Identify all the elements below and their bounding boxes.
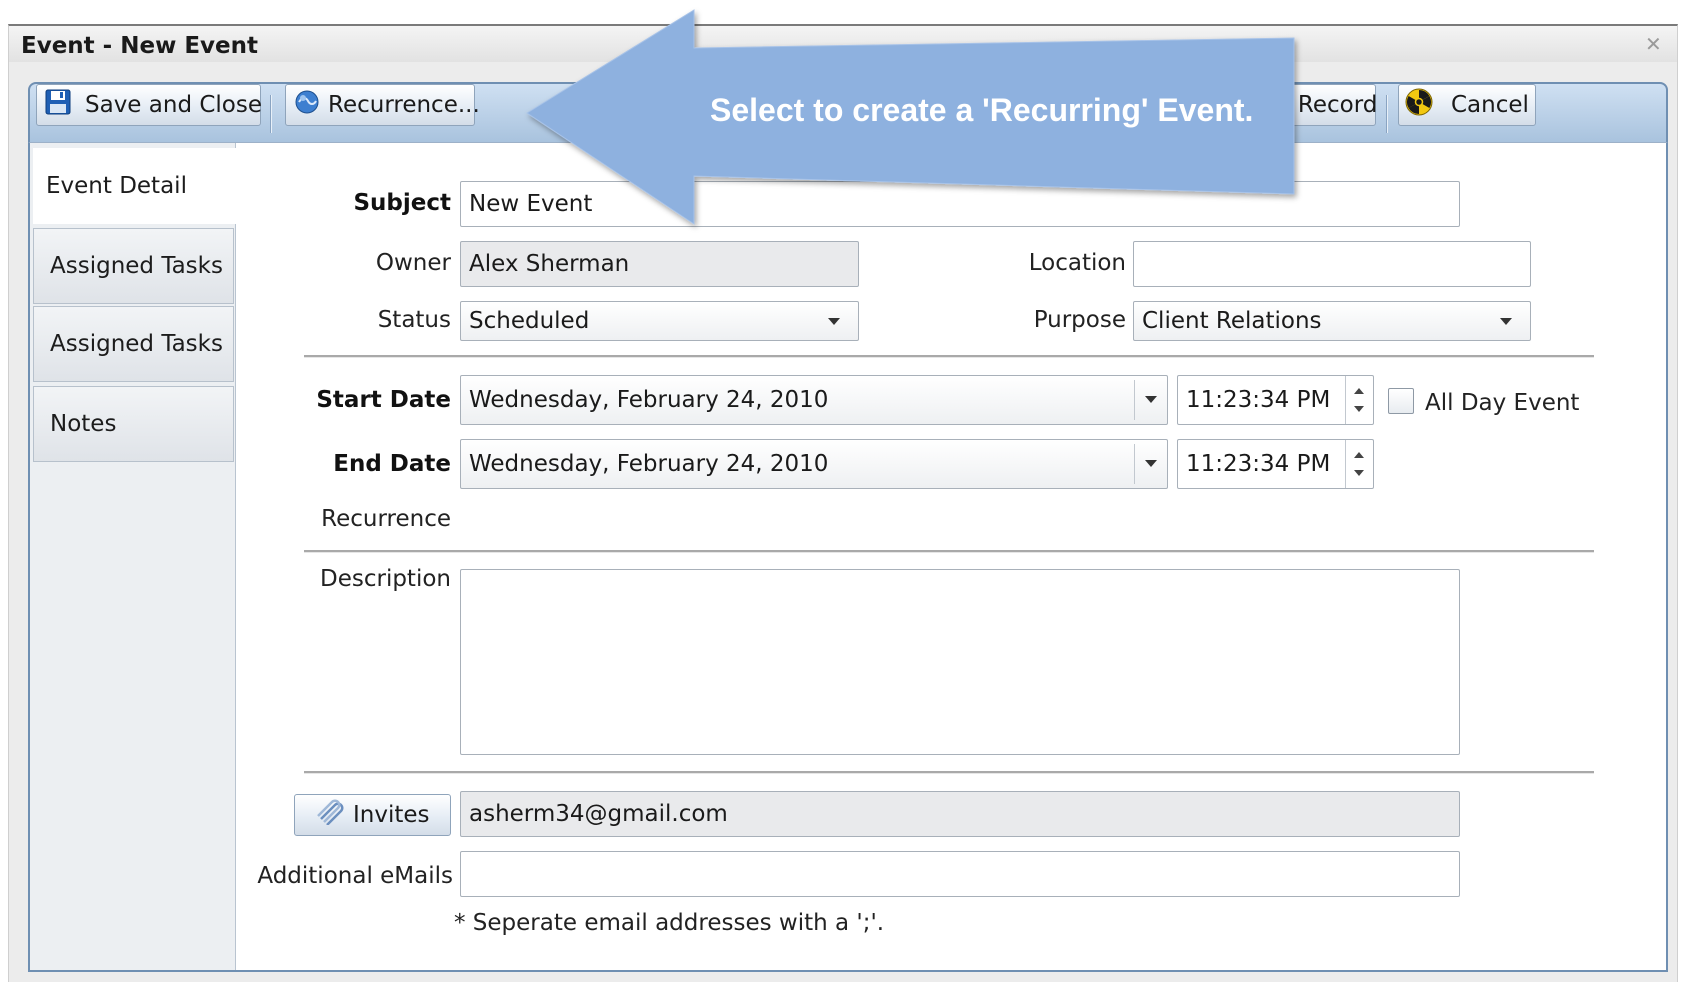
start-date-value: Wednesday, February 24, 2010 (469, 387, 829, 413)
tab-label: Assigned Tasks (50, 331, 223, 357)
location-label: Location (1028, 250, 1126, 276)
delete-record-button[interactable]: Delete Record (1180, 84, 1378, 126)
purpose-label: Purpose (1033, 307, 1126, 333)
toolbar-separator (270, 95, 272, 133)
section-divider (304, 550, 1594, 553)
tab-label: Notes (50, 411, 117, 437)
section-divider (304, 771, 1594, 774)
end-date-label: End Date (333, 451, 451, 477)
owner-field: Alex Sherman (460, 241, 859, 287)
end-time-spinner[interactable] (1345, 440, 1373, 488)
subject-label: Subject (353, 190, 451, 216)
all-day-checkbox[interactable] (1388, 388, 1414, 414)
floppy-disk-icon (45, 89, 71, 121)
location-input[interactable] (1133, 241, 1531, 287)
paperclip-icon (315, 799, 345, 831)
spin-down-icon[interactable] (1354, 406, 1364, 412)
additional-emails-label: Additional eMails (257, 863, 453, 889)
purpose-select[interactable]: Client Relations (1133, 301, 1531, 341)
start-time-value: 11:23:34 PM (1186, 387, 1331, 413)
close-icon[interactable]: ✕ (1645, 34, 1662, 54)
email-hint: * Seperate email addresses with a ';'. (454, 910, 885, 936)
section-divider (304, 355, 1594, 358)
start-date-picker[interactable]: Wednesday, February 24, 2010 (460, 375, 1168, 425)
invites-field: asherm34@gmail.com (460, 791, 1460, 837)
start-date-label: Start Date (316, 387, 451, 413)
dropdown-divider (1134, 380, 1135, 420)
chevron-down-icon[interactable] (1145, 460, 1157, 467)
end-date-picker[interactable]: Wednesday, February 24, 2010 (460, 439, 1168, 489)
save-and-close-button[interactable]: Save and Close (36, 84, 263, 126)
status-label: Status (377, 307, 451, 333)
tab-label: Event Detail (46, 173, 187, 199)
end-date-value: Wednesday, February 24, 2010 (469, 451, 829, 477)
tab-notes[interactable]: Notes (33, 386, 234, 462)
title-bar[interactable] (9, 26, 1677, 62)
recurrence-button-label: Recurrence... (328, 92, 480, 118)
all-day-label[interactable]: All Day Event (1425, 390, 1579, 416)
invites-button[interactable]: Invites (294, 794, 451, 836)
invites-button-label: Invites (353, 802, 430, 828)
spin-up-icon[interactable] (1354, 388, 1364, 394)
chevron-down-icon (1500, 318, 1512, 325)
spin-up-icon[interactable] (1354, 452, 1364, 458)
radiation-icon (1405, 88, 1433, 122)
toolbar-separator (1386, 95, 1388, 133)
status-select[interactable]: Scheduled (460, 301, 859, 341)
subject-input[interactable]: New Event (460, 181, 1460, 227)
delete-icon (1191, 89, 1207, 121)
tab-label: Assigned Tasks (50, 253, 223, 279)
end-time-input[interactable]: 11:23:34 PM (1177, 439, 1374, 489)
tab-event-detail[interactable]: Event Detail (33, 148, 237, 224)
tab-assigned-tasks-2[interactable]: Assigned Tasks (33, 306, 234, 382)
owner-label: Owner (375, 250, 451, 276)
start-time-input[interactable]: 11:23:34 PM (1177, 375, 1374, 425)
tab-assigned-tasks[interactable]: Assigned Tasks (33, 228, 234, 304)
additional-emails-input[interactable] (460, 851, 1460, 897)
recurrence-button[interactable]: Recurrence... (285, 84, 480, 126)
cancel-button[interactable]: Cancel (1398, 84, 1536, 126)
chevron-down-icon[interactable] (1145, 396, 1157, 403)
window-title: Event - New Event (21, 33, 259, 59)
delete-record-label: Delete Record (1215, 92, 1378, 118)
save-and-close-label: Save and Close (85, 92, 263, 118)
globe-icon (294, 89, 320, 121)
dropdown-divider (1134, 444, 1135, 484)
description-textarea[interactable] (460, 569, 1460, 755)
start-time-spinner[interactable] (1345, 376, 1373, 424)
description-label: Description (320, 566, 451, 592)
chevron-down-icon (828, 318, 840, 325)
status-value: Scheduled (469, 308, 590, 334)
purpose-value: Client Relations (1142, 308, 1322, 334)
cancel-label: Cancel (1451, 92, 1529, 118)
spin-down-icon[interactable] (1354, 470, 1364, 476)
recurrence-label: Recurrence (321, 506, 451, 532)
end-time-value: 11:23:34 PM (1186, 451, 1331, 477)
